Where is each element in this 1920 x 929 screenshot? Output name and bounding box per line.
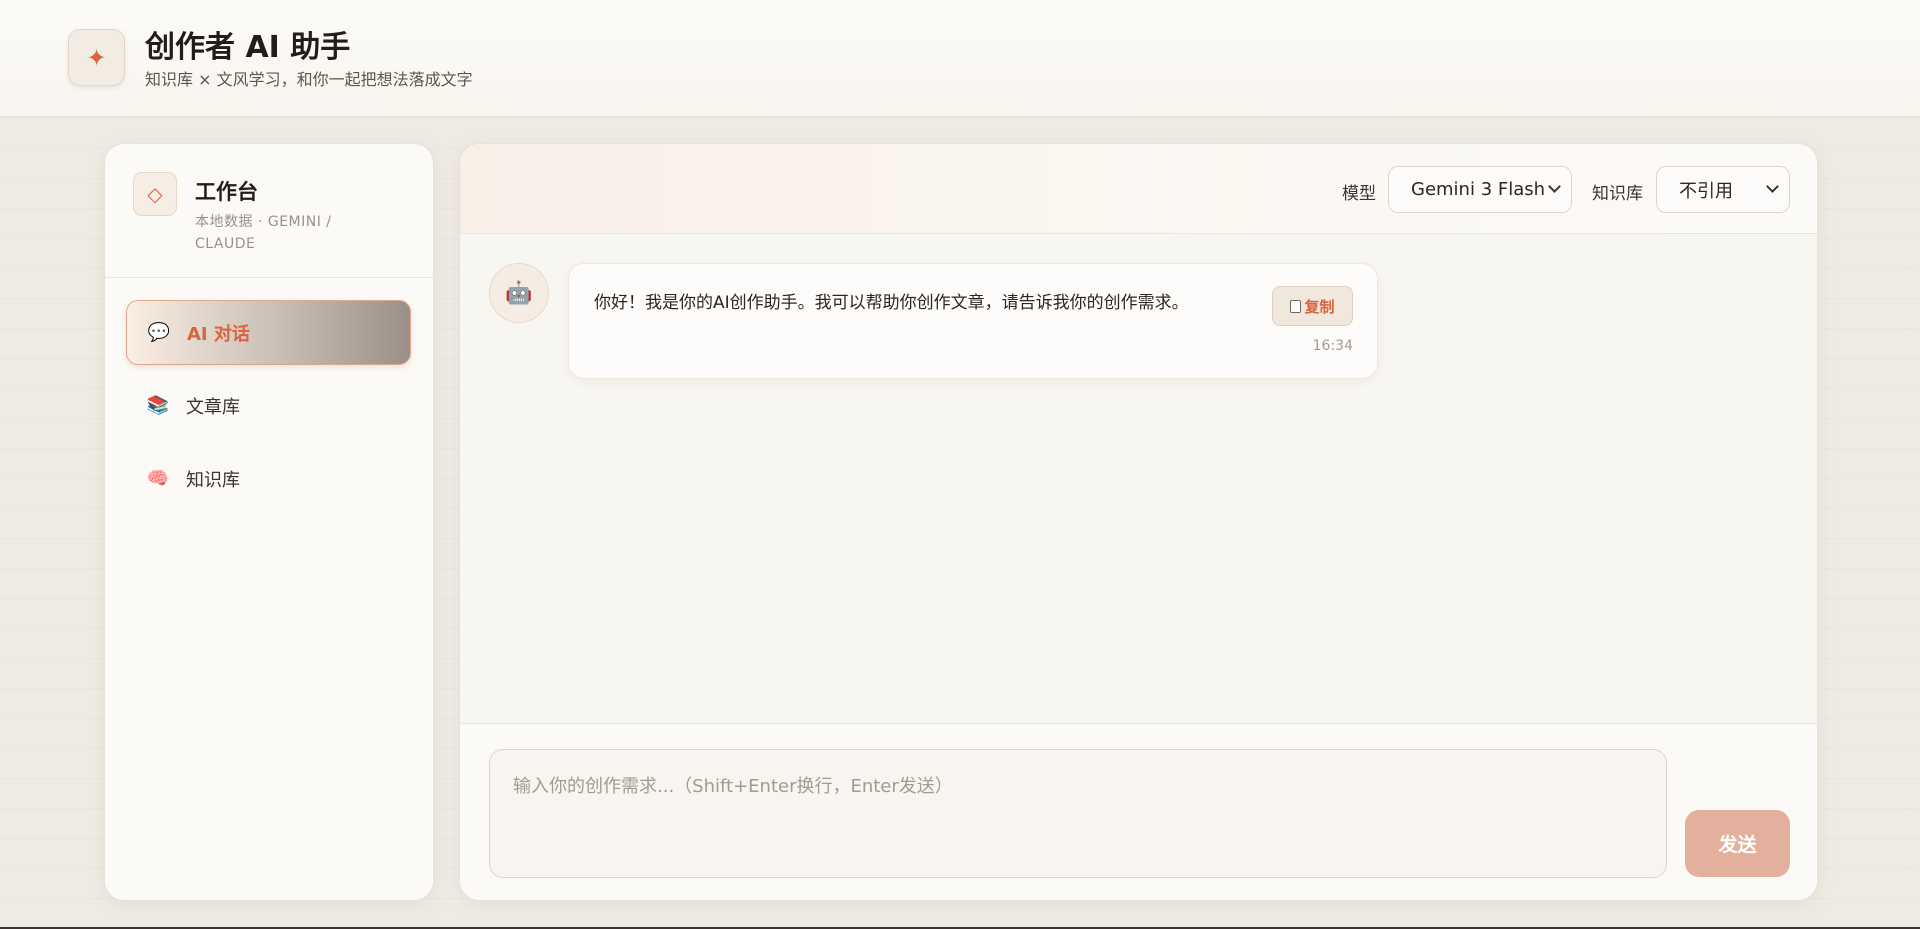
chat-toolbar: 模型 Gemini 3 Flash 知识库 不引用 [460,144,1817,234]
copy-button[interactable]: 复制 [1272,286,1353,326]
books-icon: 📚 [146,395,170,416]
brain-icon: 🧠 [146,468,170,489]
robot-icon: 🤖 [489,263,549,323]
sidebar-item-knowledge-base[interactable]: 🧠 知识库 [126,446,411,511]
sidebar-item-ai-chat[interactable]: 💬 AI 对话 [126,300,411,365]
diamond-icon: ◇ [133,172,177,216]
assistant-message: 你好！我是你的AI创作助手。我可以帮助你创作文章，请告诉我你的创作需求。 复制 … [568,263,1378,379]
clipboard-icon [1290,299,1302,313]
message-list: 🤖 你好！我是你的AI创作助手。我可以帮助你创作文章，请告诉我你的创作需求。 复… [460,234,1817,723]
app-subtitle: 知识库 × 文风学习，和你一起把想法落成文字 [145,70,473,89]
model-label: 模型 [1342,184,1376,204]
sidebar-item-label: 知识库 [186,469,240,491]
knowledge-base-select-value: 不引用 [1679,180,1733,202]
sidebar-meta: 本地数据 · GEMINI / CLAUDE [195,214,332,252]
model-select-value: Gemini 3 Flash [1411,179,1546,200]
sidebar-header: ◇ 工作台 本地数据 · GEMINI / CLAUDE [105,144,433,278]
model-select[interactable]: Gemini 3 Flash [1388,166,1572,213]
knowledge-base-select[interactable]: 不引用 [1656,166,1790,213]
sparkle-icon: ✦ [68,29,125,86]
message-text: 你好！我是你的AI创作助手。我可以帮助你创作文章，请告诉我你的创作需求。 [594,293,1189,313]
chat-panel: 模型 Gemini 3 Flash 知识库 不引用 🤖 你好！我是你的AI创作助… [459,143,1818,901]
knowledge-base-label: 知识库 [1592,184,1643,204]
message-timestamp: 16:34 [1312,338,1353,354]
send-button[interactable]: 发送 [1685,810,1790,877]
chevron-down-icon [1766,180,1779,193]
sidebar-item-articles[interactable]: 📚 文章库 [126,373,411,438]
chevron-down-icon [1548,180,1561,193]
sidebar-item-label: AI 对话 [187,323,250,345]
speech-bubble-icon: 💬 [147,322,171,343]
message-input[interactable]: 输入你的创作需求...（Shift+Enter换行，Enter发送） [489,749,1667,878]
sidebar-item-label: 文章库 [186,396,240,418]
app-header: ✦ 创作者 AI 助手 知识库 × 文风学习，和你一起把想法落成文字 [0,0,1920,117]
copy-button-label: 复制 [1304,297,1335,316]
app-title: 创作者 AI 助手 [145,30,351,65]
composer: 输入你的创作需求...（Shift+Enter换行，Enter发送） 发送 [460,723,1817,900]
sidebar-title: 工作台 [195,180,258,204]
sidebar: ◇ 工作台 本地数据 · GEMINI / CLAUDE 💬 AI 对话 📚 文… [104,143,434,901]
